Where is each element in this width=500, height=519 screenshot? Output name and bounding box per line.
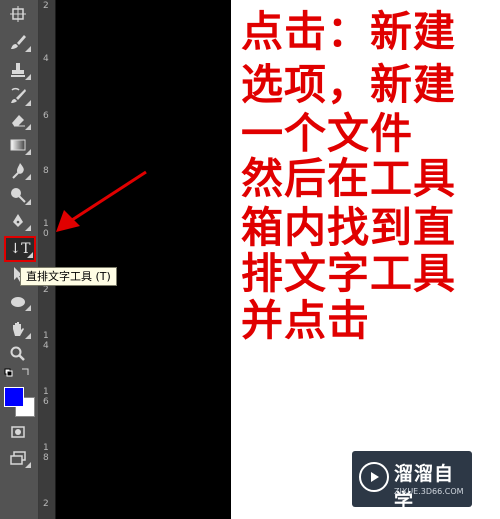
artboard-icon (10, 6, 26, 22)
brush-tool[interactable] (4, 30, 32, 54)
ruler-label: 0 (43, 229, 49, 239)
instruction-line: 排文字工具 (241, 249, 457, 298)
instruction-line: 然后在工具 (241, 154, 457, 203)
vertical-type-tool[interactable]: ↓T (4, 236, 36, 262)
ruler-label: 4 (43, 54, 49, 64)
history-brush-tool[interactable] (4, 84, 32, 108)
instruction-line: 选项，新建 (241, 60, 457, 109)
instruction-line: 点击：新建 (241, 7, 457, 56)
ruler-label: 8 (43, 166, 49, 176)
pen-tool[interactable] (4, 209, 32, 233)
ruler-label: 1 (43, 443, 49, 453)
ruler-label: 2 (43, 1, 49, 11)
ellipse-tool[interactable] (4, 289, 32, 313)
ruler-label: 8 (43, 453, 49, 463)
blur-tool[interactable] (4, 158, 32, 182)
tool-tooltip: 直排文字工具 (T) (20, 267, 117, 286)
ruler-label: 1 (43, 331, 49, 341)
quick-mask-tool[interactable] (4, 420, 32, 444)
annotation-arrow (56, 170, 147, 232)
swap-colors-icon (4, 368, 29, 377)
ruler-label: 1 (43, 387, 49, 397)
tools-panel: ↓T (0, 0, 39, 519)
instruction-line: 箱内找到直 (241, 203, 457, 252)
color-swap-controls[interactable] (4, 366, 32, 382)
quick-mask-icon (11, 426, 25, 438)
ruler-label: 1 (43, 219, 49, 229)
watermark-title: 溜溜自学 (394, 463, 455, 512)
zoom-tool[interactable] (4, 342, 32, 366)
clone-stamp-tool[interactable] (4, 58, 32, 82)
dodge-tool[interactable] (4, 183, 32, 207)
hand-tool[interactable] (4, 317, 32, 341)
watermark-url: ZIXUE.3D66.COM (394, 487, 464, 496)
screen-mode-tool[interactable] (4, 446, 32, 470)
ruler-label: 2 (43, 499, 49, 509)
watermark-badge: 溜溜自学 ZIXUE.3D66.COM (352, 451, 472, 512)
ruler-label: 6 (43, 111, 49, 121)
vertical-ruler[interactable]: 2 4 6 8 1 0 1 2 1 4 1 6 1 8 2 (39, 0, 56, 519)
gradient-tool[interactable] (4, 133, 32, 157)
instruction-line: 并点击 (241, 296, 371, 345)
document-canvas[interactable] (56, 0, 231, 519)
zoom-icon (10, 346, 25, 361)
ruler-label: 2 (43, 285, 49, 295)
artboard-tool[interactable] (4, 2, 32, 26)
ruler-label: 6 (43, 397, 49, 407)
foreground-color-swatch[interactable] (4, 387, 24, 407)
ruler-label: 4 (43, 341, 49, 351)
eraser-tool[interactable] (4, 108, 32, 132)
instruction-panel: 点击：新建 选项，新建 一个文件 然后在工具 箱内找到直 排文字工具 并点击 (231, 0, 500, 519)
instruction-line: 一个文件 (241, 109, 414, 158)
play-logo-icon (359, 462, 389, 492)
